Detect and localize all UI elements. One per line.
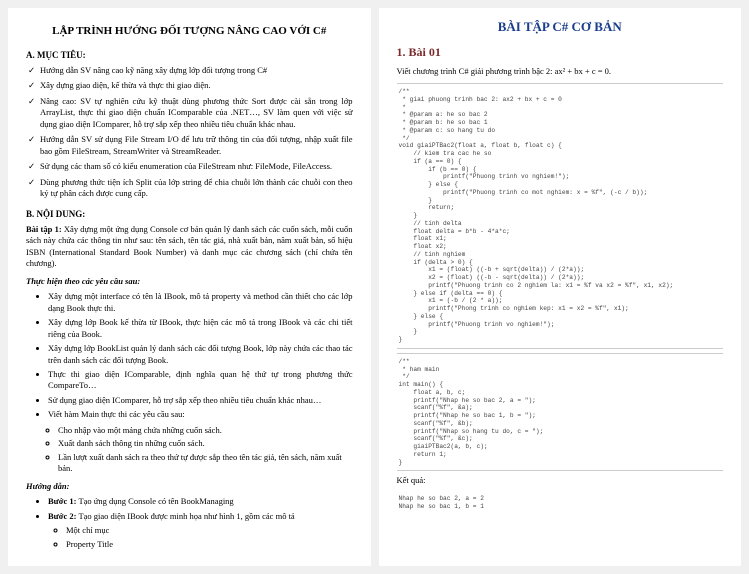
exercise-header: BÀI TẬP C# CƠ BẢN bbox=[397, 18, 724, 36]
substep-item: Xuất danh sách thông tin những cuốn sách… bbox=[58, 438, 353, 449]
step-item: Sử dụng giao diện IComparer, hỗ trợ sắp … bbox=[48, 395, 353, 406]
section-a-heading: A. MỤC TIÊU: bbox=[26, 49, 353, 61]
code-block-1: /** * giai phuong trinh bac 2: ax2 + bx … bbox=[397, 83, 724, 349]
bai-desc: Viết chương trình C# giải phương trình b… bbox=[397, 66, 724, 77]
b1-text: Tạo ứng dụng Console có tên BookManaging bbox=[78, 496, 233, 506]
page-right: BÀI TẬP C# CƠ BẢN 1. Bài 01 Viết chương … bbox=[379, 8, 742, 566]
b2-subitem: Property Title bbox=[66, 539, 353, 550]
goal-item: Dùng phương thức tiện ích Split của lớp … bbox=[40, 177, 353, 200]
guide-list: Bước 1: Tạo ứng dụng Console có tên Book… bbox=[26, 496, 353, 550]
goal-item: Xây dựng giao diện, kế thừa và thực thi … bbox=[40, 80, 353, 91]
b2-text: Tạo giao diện IBook được minh họa như hì… bbox=[78, 511, 294, 521]
bai-title: 1. Bài 01 bbox=[397, 44, 724, 60]
b2-label: Bước 2: bbox=[48, 511, 76, 521]
guide-step: Bước 1: Tạo ứng dụng Console có tên Book… bbox=[48, 496, 353, 507]
goal-item: Nâng cao: SV tự nghiên cứu kỹ thuật dùng… bbox=[40, 96, 353, 130]
step-item: Viết hàm Main thực thi các yêu cầu sau: bbox=[48, 409, 353, 420]
steps-label: Thực hiện theo các yêu cầu sau: bbox=[26, 276, 353, 287]
b1-label: Bước 1: bbox=[48, 496, 76, 506]
step-item: Xây dựng lớp Book kế thừa từ IBook, thực… bbox=[48, 317, 353, 340]
b2-subitem: Một chỉ mục bbox=[66, 525, 353, 536]
steps-list: Xây dựng một interface có tên là IBook, … bbox=[26, 291, 353, 421]
bt1-paragraph: Bài tập 1: Xây dựng một ứng dụng Console… bbox=[26, 224, 353, 270]
step-item: Thực thi giao diện IComparable, định ngh… bbox=[48, 369, 353, 392]
goal-item: Hướng dẫn SV sử dụng File Stream I/O để … bbox=[40, 134, 353, 157]
output-block: Nhap he so bac 2, a = 2 Nhap he so bac 1… bbox=[397, 491, 724, 515]
goal-item: Sử dụng các tham số có kiểu enumeration … bbox=[40, 161, 353, 172]
goal-item: Hướng dẫn SV nâng cao kỹ năng xây dựng l… bbox=[40, 65, 353, 76]
section-b-heading: B. NỘI DUNG: bbox=[26, 208, 353, 220]
main-substeps: Cho nhập vào một mảng chứa những cuốn sá… bbox=[26, 425, 353, 475]
page-title: LẬP TRÌNH HƯỚNG ĐỐI TƯỢNG NÂNG CAO VỚI C… bbox=[26, 24, 353, 39]
goals-list: Hướng dẫn SV nâng cao kỹ năng xây dựng l… bbox=[26, 65, 353, 200]
step-item: Xây dựng lớp BookList quản lý danh sách … bbox=[48, 343, 353, 366]
result-label: Kết quả: bbox=[397, 475, 724, 486]
substep-item: Cho nhập vào một mảng chứa những cuốn sá… bbox=[58, 425, 353, 436]
guide-step: Bước 2: Tạo giao diện IBook được minh họ… bbox=[48, 511, 353, 550]
guide-heading: Hướng dẫn: bbox=[26, 481, 353, 492]
substep-item: Lần lượt xuất danh sách ra theo thứ tự đ… bbox=[58, 452, 353, 475]
page-left: LẬP TRÌNH HƯỚNG ĐỐI TƯỢNG NÂNG CAO VỚI C… bbox=[8, 8, 371, 566]
step-item: Xây dựng một interface có tên là IBook, … bbox=[48, 291, 353, 314]
bt1-text: Xây dựng một ứng dụng Console cơ bản quả… bbox=[26, 224, 353, 268]
bt1-label: Bài tập 1: bbox=[26, 224, 62, 234]
code-block-2: /** * ham main */ int main() { float a, … bbox=[397, 353, 724, 472]
